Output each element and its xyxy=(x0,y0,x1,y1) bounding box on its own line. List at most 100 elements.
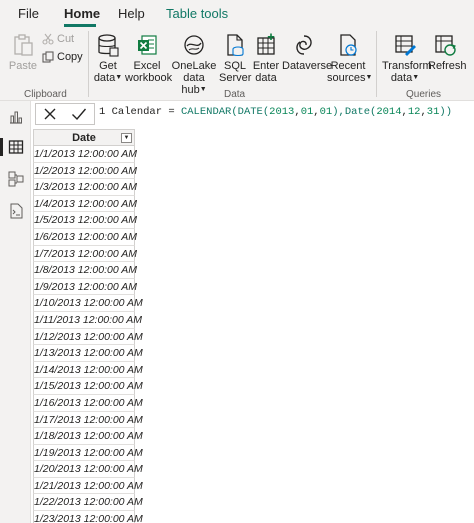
table-row[interactable]: 1/21/2013 12:00:00 AM xyxy=(33,477,143,495)
formula-bar: 1 Calendar = CALENDAR(DATE(2013,01,01),D… xyxy=(35,103,471,125)
dataverse-icon xyxy=(296,35,312,55)
recent-sources-label-line1: Recent xyxy=(330,60,366,72)
table-row[interactable]: 1/14/2013 12:00:00 AM xyxy=(33,361,143,379)
recent-sources-button[interactable]: Recent sources▼ xyxy=(327,33,372,84)
refresh-label: Refresh xyxy=(428,60,467,72)
transform-data-button[interactable]: Transform data▼ xyxy=(382,33,432,84)
get-data-button[interactable]: Get data▼ xyxy=(92,33,124,84)
cut-button[interactable]: Cut xyxy=(42,33,74,45)
excel-workbook-button[interactable]: Excel workbook xyxy=(125,33,173,84)
recent-sources-icon xyxy=(340,34,357,56)
sql-server-button[interactable]: SQL Server xyxy=(219,33,251,84)
clipboard-icon xyxy=(14,34,33,56)
ribbon: Paste Cut Copy Clipboard Get data▼ Excel… xyxy=(0,27,474,101)
model-icon[interactable] xyxy=(8,171,24,187)
sql-label-line1: SQL xyxy=(223,60,246,72)
cancel-icon[interactable] xyxy=(43,107,57,121)
onelake-icon xyxy=(184,35,204,55)
table-row[interactable]: 1/4/2013 12:00:00 AM xyxy=(33,195,137,213)
scissors-icon xyxy=(42,33,54,45)
tab-home[interactable]: Home xyxy=(64,6,100,21)
queries-group-label: Queries xyxy=(406,89,442,100)
excel-label-line1: Excel xyxy=(133,60,161,72)
formula-number: 31 xyxy=(426,106,440,118)
copy-icon xyxy=(42,51,54,63)
table-row[interactable]: 1/6/2013 12:00:00 AM xyxy=(33,228,137,246)
table-plus-icon xyxy=(257,33,275,55)
filter-dropdown-icon[interactable]: ▼ xyxy=(121,133,132,143)
formula-number: 01 xyxy=(300,106,314,118)
column-header-label: Date xyxy=(72,132,96,144)
refresh-icon xyxy=(435,35,456,56)
formula-number: 2013 xyxy=(269,106,295,118)
sql-server-icon xyxy=(227,34,244,57)
sql-label-line2: Server xyxy=(219,72,252,84)
formula-input[interactable]: 1 Calendar = CALENDAR(DATE(2013,01,01),D… xyxy=(99,106,452,118)
table-body: 1/1/2013 12:00:00 AM 1/2/2013 12:00:00 AM… xyxy=(33,146,143,523)
table-row[interactable]: 1/10/2013 12:00:00 AM xyxy=(33,295,143,312)
formula-actions xyxy=(35,103,95,125)
paste-button[interactable]: Paste xyxy=(8,33,38,72)
formula-number: 12 xyxy=(407,106,421,118)
tab-help[interactable]: Help xyxy=(118,6,145,21)
transform-label-line1: Transform xyxy=(382,60,432,72)
transform-icon xyxy=(395,35,416,56)
enter-data-button[interactable]: Enter data xyxy=(252,33,280,84)
table-row[interactable]: 1/9/2013 12:00:00 AM xyxy=(33,278,137,296)
copy-button[interactable]: Copy xyxy=(42,51,83,63)
table-row[interactable]: 1/7/2013 12:00:00 AM xyxy=(33,245,137,263)
table-row[interactable]: 1/13/2013 12:00:00 AM xyxy=(33,345,143,362)
tab-table-tools[interactable]: Table tools xyxy=(166,6,228,21)
get-data-label-line1: Get xyxy=(99,60,117,72)
column-header-date[interactable]: Date ▼ xyxy=(33,129,135,146)
data-table: Date ▼ 1/1/2013 12:00:00 AM 1/2/2013 12:0… xyxy=(33,129,143,523)
table-row[interactable]: 1/5/2013 12:00:00 AM xyxy=(33,212,137,229)
table-row[interactable]: 1/2/2013 12:00:00 AM xyxy=(33,162,137,180)
paste-label: Paste xyxy=(8,60,38,72)
table-row[interactable]: 1/17/2013 12:00:00 AM xyxy=(33,411,143,429)
table-icon[interactable] xyxy=(8,139,24,155)
onelake-label-line1: OneLake xyxy=(171,60,217,72)
table-row[interactable]: 1/12/2013 12:00:00 AM xyxy=(33,328,143,346)
chevron-down-icon: ▼ xyxy=(412,74,420,82)
table-row[interactable]: 1/20/2013 12:00:00 AM xyxy=(33,461,143,478)
table-row[interactable]: 1/22/2013 12:00:00 AM xyxy=(33,494,143,512)
formula-line-number: 1 xyxy=(99,106,106,118)
table-row[interactable]: 1/1/2013 12:00:00 AM xyxy=(33,146,137,163)
table-row[interactable]: 1/18/2013 12:00:00 AM xyxy=(33,428,143,445)
table-row[interactable]: 1/16/2013 12:00:00 AM xyxy=(33,394,143,412)
chevron-down-icon: ▼ xyxy=(115,74,123,82)
onelake-data-hub-button[interactable]: OneLake data hub▼ xyxy=(170,33,218,96)
commit-check-icon[interactable] xyxy=(71,107,87,121)
dataverse-button[interactable]: Dataverse xyxy=(282,33,332,72)
chevron-down-icon: ▼ xyxy=(365,74,373,82)
excel-icon xyxy=(138,35,157,55)
recent-sources-label-line2: sources xyxy=(327,72,366,84)
dax-query-icon[interactable] xyxy=(8,203,24,219)
table-row[interactable]: 1/23/2013 12:00:00 AM xyxy=(33,511,143,523)
database-icon xyxy=(98,34,119,57)
table-row[interactable]: 1/19/2013 12:00:00 AM xyxy=(33,444,143,462)
bar-chart-icon[interactable] xyxy=(8,109,24,125)
dataverse-label: Dataverse xyxy=(282,60,333,72)
table-row[interactable]: 1/8/2013 12:00:00 AM xyxy=(33,262,137,279)
tab-file[interactable]: File xyxy=(18,6,39,21)
group-separator xyxy=(88,31,89,97)
cut-label: Cut xyxy=(57,33,75,45)
clipboard-group-label: Clipboard xyxy=(24,89,67,100)
formula-function: ),Date( xyxy=(332,106,377,118)
formula-table-name: Calendar = xyxy=(111,106,181,118)
chevron-down-icon: ▼ xyxy=(199,86,207,94)
refresh-button[interactable]: Refresh xyxy=(428,33,467,72)
table-row[interactable]: 1/15/2013 12:00:00 AM xyxy=(33,378,143,395)
get-data-label-line2: data xyxy=(93,72,116,84)
formula-function: )) xyxy=(439,106,452,118)
group-separator xyxy=(376,31,377,97)
table-row[interactable]: 1/11/2013 12:00:00 AM xyxy=(33,311,142,329)
excel-label-line2: workbook xyxy=(125,72,173,84)
enter-data-label-line1: Enter xyxy=(252,60,280,72)
ribbon-tab-bar: File Home Help Table tools xyxy=(0,0,474,27)
table-row[interactable]: 1/3/2013 12:00:00 AM xyxy=(33,179,137,196)
active-view-indicator xyxy=(0,138,3,156)
copy-label: Copy xyxy=(57,51,83,63)
